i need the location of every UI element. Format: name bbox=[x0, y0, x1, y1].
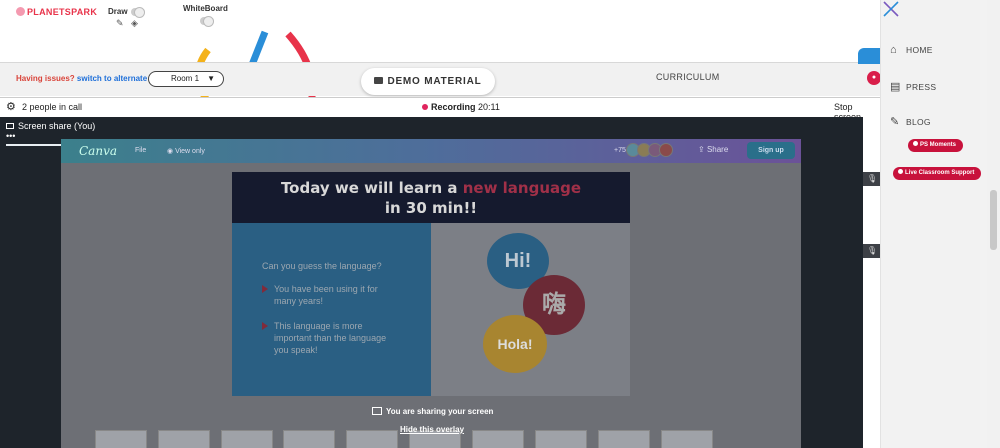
canva-signup-button: Sign up bbox=[747, 142, 795, 159]
presentation-slide: Today we will learn a new language in 30… bbox=[232, 172, 630, 396]
slide-title-highlight: new language bbox=[462, 179, 582, 197]
slide-bullet: You have been using it for many years! bbox=[262, 283, 392, 307]
recording-status: Recording 20:11 bbox=[422, 102, 500, 112]
view-only-label: View only bbox=[175, 148, 205, 155]
thumbnail: 45 bbox=[661, 430, 713, 448]
bullet-triangle-icon bbox=[262, 285, 268, 293]
close-icon[interactable] bbox=[882, 0, 900, 18]
live-support-button[interactable]: Live Classroom Support bbox=[893, 167, 982, 180]
canva-plus-count: +75 bbox=[614, 147, 626, 154]
planetspark-logo[interactable]: PLANETSPARK bbox=[16, 7, 97, 17]
top-header: PLANETSPARK Draw ✎ ◈ WhiteBoard bbox=[0, 0, 880, 32]
shared-screen-frame: Canva File ◉ View only +75 ⇪ Share Sign … bbox=[61, 139, 801, 448]
demo-material-button[interactable]: DEMO MATERIAL bbox=[361, 68, 495, 95]
curriculum-tab[interactable]: CURRICULUM bbox=[656, 72, 720, 82]
scrollbar[interactable] bbox=[987, 0, 1000, 448]
camera-icon bbox=[913, 141, 918, 146]
canva-share: ⇪ Share bbox=[698, 145, 728, 154]
sidebar-item-label: PRESS bbox=[906, 82, 937, 92]
eye-icon: ◉ bbox=[167, 148, 176, 155]
slide-left-panel: Can you guess the language? You have bee… bbox=[232, 223, 431, 396]
thumbnail: 42 bbox=[472, 430, 524, 448]
pig-logo-icon bbox=[16, 7, 25, 16]
home-icon: ⌂ bbox=[890, 44, 897, 56]
slide-bullet-text: You have been using it for many years! bbox=[274, 284, 378, 306]
canva-file-menu: File bbox=[135, 147, 147, 154]
folder-icon bbox=[374, 77, 384, 84]
upload-icon: ⇪ bbox=[698, 145, 707, 154]
hide-overlay-link[interactable]: Hide this overlay bbox=[400, 425, 464, 434]
monitor-icon bbox=[372, 407, 382, 415]
side-menu bbox=[880, 0, 1000, 448]
pencil-icon: ✎ bbox=[890, 116, 900, 128]
slide-bullet-text: This language is more important than the… bbox=[274, 321, 387, 355]
scrollbar-thumb[interactable] bbox=[990, 190, 997, 250]
recording-time: 20:11 bbox=[478, 102, 500, 112]
sidebar-item-blog[interactable]: ✎ BLOG bbox=[890, 115, 931, 128]
blue-side-tab bbox=[858, 48, 880, 64]
canva-share-label: Share bbox=[706, 145, 729, 154]
thumbnail: 38 bbox=[95, 430, 147, 448]
thumbnail: 43 bbox=[535, 430, 587, 448]
speech-bubble: Hola! bbox=[483, 315, 547, 373]
thumbnail: 44 bbox=[598, 430, 650, 448]
live-support-label: Live Classroom Support bbox=[905, 170, 975, 176]
newspaper-icon: ▤ bbox=[890, 81, 901, 93]
thumbnail: 40 bbox=[283, 430, 335, 448]
whiteboard-label: WhiteBoard bbox=[183, 4, 228, 13]
chat-badge-icon[interactable]: ● bbox=[867, 71, 881, 85]
logo-text: PLANETSPARK bbox=[27, 7, 98, 17]
issues-notice: Having issues? switch to alternate room bbox=[16, 74, 169, 83]
thumbnail: 40 bbox=[346, 430, 398, 448]
slide-title-prefix: Today we will learn a bbox=[280, 179, 463, 197]
screen-share-area: Screen share (You) ••• Canva File ◉ View… bbox=[0, 117, 863, 448]
slide-bullet: This language is more important than the… bbox=[262, 320, 392, 356]
sidebar-item-label: HOME bbox=[906, 45, 933, 55]
mic-icon: 🎙 bbox=[867, 174, 878, 183]
canva-view-only: ◉ View only bbox=[167, 147, 205, 155]
thumbnail: 40 bbox=[221, 430, 273, 448]
slide-right-panel: Hi! 嗨 Hola! bbox=[431, 223, 630, 396]
eraser-tool-icon[interactable]: ◈ bbox=[131, 18, 138, 29]
thumbnail: 37 bbox=[158, 430, 210, 448]
slide-title: Today we will learn a new language in 30… bbox=[232, 172, 630, 223]
bullet-triangle-icon bbox=[262, 322, 268, 330]
mic-icon: 🎙 bbox=[867, 246, 878, 255]
screen-share-tab-label: Screen share (You) bbox=[18, 121, 96, 131]
slide-title-suffix: in 30 min!! bbox=[384, 199, 478, 217]
slide-question: Can you guess the language? bbox=[262, 261, 382, 271]
ps-moments-button[interactable]: PS Moments bbox=[908, 139, 964, 152]
draw-toggle[interactable] bbox=[131, 7, 145, 18]
caret-down-icon: ▼ bbox=[207, 74, 215, 83]
canva-logo: Canva bbox=[79, 144, 117, 158]
call-bar: ⚙ 2 people in call Recording 20:11 Stop … bbox=[0, 97, 880, 122]
recording-label: Recording bbox=[431, 102, 476, 112]
room-select[interactable]: Room 1 ▼ bbox=[148, 71, 224, 87]
sidebar-item-label: BLOG bbox=[906, 117, 931, 127]
avatar bbox=[659, 143, 673, 157]
sharing-message-text: You are sharing your screen bbox=[386, 407, 494, 416]
issues-text: Having issues? bbox=[16, 74, 75, 83]
more-options-icon[interactable]: ••• bbox=[6, 131, 15, 141]
sidebar-item-press[interactable]: ▤ PRESS bbox=[890, 80, 936, 93]
demo-material-label: DEMO MATERIAL bbox=[387, 76, 482, 87]
people-count: 2 people in call bbox=[22, 102, 83, 112]
room-select-value: Room 1 bbox=[171, 74, 200, 83]
canva-avatars bbox=[626, 143, 673, 162]
pencil-tool-icon[interactable]: ✎ bbox=[116, 18, 124, 29]
draw-label: Draw bbox=[108, 7, 128, 16]
gear-icon[interactable]: ⚙ bbox=[6, 100, 16, 113]
app-root: PLANETSPARK Draw ✎ ◈ WhiteBoard Having i… bbox=[0, 0, 1000, 448]
support-icon bbox=[898, 169, 903, 174]
recording-dot-icon bbox=[422, 104, 428, 110]
monitor-icon bbox=[6, 123, 14, 129]
participant-strip bbox=[863, 117, 880, 448]
sharing-overlay-message: You are sharing your screen bbox=[372, 407, 493, 416]
sidebar-item-home[interactable]: ⌂ HOME bbox=[890, 44, 933, 56]
ps-moments-label: PS Moments bbox=[920, 142, 957, 148]
